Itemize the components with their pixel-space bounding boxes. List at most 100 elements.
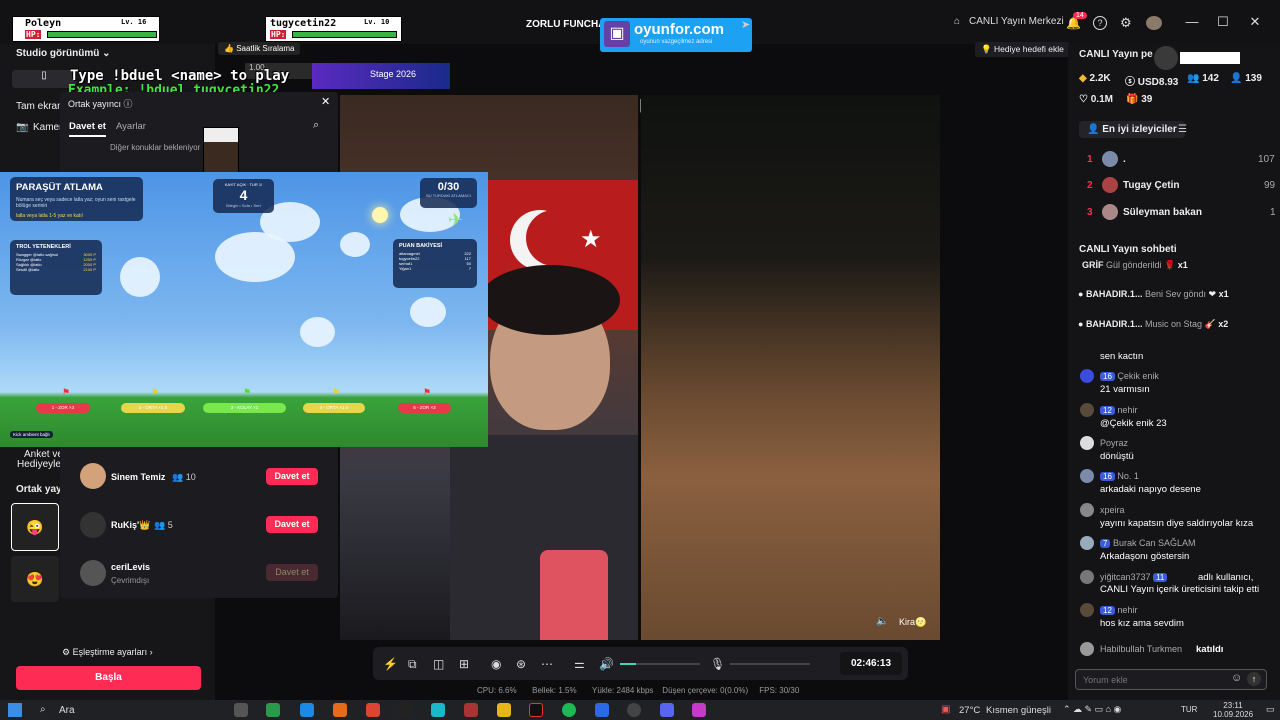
app-icon[interactable] xyxy=(398,703,412,717)
tab-invite[interactable]: Davet et xyxy=(69,121,106,137)
app-icon[interactable] xyxy=(692,703,706,717)
camera-icon[interactable]: ◫ xyxy=(433,657,444,671)
gift-row: GRİF Gül gönderildi 🌹 x1 xyxy=(1082,260,1188,270)
avatar xyxy=(1080,603,1094,617)
weather-desc[interactable]: Kısmen güneşli xyxy=(986,705,1051,716)
speaker-icon[interactable]: 🔈 xyxy=(876,616,888,627)
avatar[interactable] xyxy=(1146,16,1162,30)
avatar xyxy=(1102,177,1118,193)
add-source-icon[interactable]: ⊞ xyxy=(459,657,469,671)
gear-icon[interactable]: ⚙ xyxy=(1120,15,1132,31)
match-settings-link[interactable]: ⚙ Eşleştirme ayarları › xyxy=(62,647,153,658)
chat-title: CANLI Yayın sohbeti xyxy=(1079,244,1177,255)
taskbar-search[interactable]: Ara xyxy=(59,705,75,716)
notification-icon[interactable]: ▭ xyxy=(1266,704,1275,715)
chat-username: Poyraz xyxy=(1100,438,1129,448)
parachute-game: ✈ PARAŞÜT ATLAMA Numara seç veya sadece … xyxy=(0,172,488,447)
home-icon[interactable]: ⌂ xyxy=(954,16,960,27)
avatar xyxy=(1102,204,1118,220)
avatar xyxy=(80,512,106,538)
invite-button[interactable]: Davet et xyxy=(266,516,318,533)
rank-number: 3 xyxy=(1087,207,1093,218)
chat-message: arkadaki napıyo desene xyxy=(1100,484,1201,495)
game-hint: latla veya latla 1-5 yaz ve katıl xyxy=(16,213,83,219)
volume-slider[interactable] xyxy=(620,663,700,665)
gift-goal-chip[interactable]: 💡 Hediye hedefi ekle xyxy=(975,42,1070,57)
discord-icon[interactable] xyxy=(660,703,674,717)
window-title: ZORLU FUNCHAL xyxy=(526,19,612,30)
guest-name: Kira🌝 xyxy=(899,617,927,627)
fps-stat: FPS: 30/30 xyxy=(759,686,800,695)
weather-temp[interactable]: 27°C xyxy=(959,705,980,716)
game-description: Numara seç veya sadece latla yaz; oyun s… xyxy=(16,197,136,209)
avatar xyxy=(1080,570,1094,584)
app-icon[interactable] xyxy=(300,703,314,717)
app-icon[interactable] xyxy=(366,703,380,717)
layout-icon[interactable]: ⧉ xyxy=(408,657,417,672)
player2-hp-label: HP: xyxy=(270,30,287,39)
tiktok-icon[interactable] xyxy=(529,703,543,717)
volume-icon[interactable]: 🔊 xyxy=(599,657,614,671)
troll-skills-panel: TROL YETENEKLERİ Swagger @latlo sağ/sol 3… xyxy=(10,240,102,295)
round-sub: Bilegin • Sola • Sert xyxy=(226,203,261,208)
send-icon[interactable]: ↑ xyxy=(1247,672,1261,686)
avatar xyxy=(80,560,106,586)
close-icon[interactable]: ✕ xyxy=(321,95,330,108)
pixel-character-sprite xyxy=(203,127,239,175)
sponsor-subtitle: oyunun vazgeçilmez adresi xyxy=(640,39,713,45)
top-viewers-button[interactable]: 👤 En iyi izleyiciler xyxy=(1079,121,1185,138)
cpu-stat: CPU: 6.6% xyxy=(477,686,517,695)
flag-icon: ⚑ xyxy=(151,387,160,397)
emoji-icon[interactable]: ☺ xyxy=(1231,672,1242,684)
folder-icon[interactable] xyxy=(497,703,511,717)
chat-message: hos kız ama sevdim xyxy=(1100,618,1184,629)
rank-number: 2 xyxy=(1087,180,1093,191)
clock[interactable]: 23:11 10.09.2026 xyxy=(1213,701,1253,719)
maximize-icon[interactable]: ☐ xyxy=(1213,12,1233,32)
record-icon[interactable]: ◉ xyxy=(491,657,501,671)
cohost-slot-2[interactable]: 😍 xyxy=(11,556,59,602)
search-icon[interactable]: ⌕ xyxy=(313,119,319,132)
chevron-down-icon: ⌄ xyxy=(102,48,111,59)
language-indicator[interactable]: TUR xyxy=(1181,705,1197,714)
avatar xyxy=(1102,151,1118,167)
player1-hud: Poleyn Lv. 16 HP: xyxy=(12,16,160,42)
microphone-icon[interactable]: 🎙 xyxy=(710,657,725,671)
tab-settings[interactable]: Ayarlar xyxy=(116,121,146,132)
app-icon[interactable] xyxy=(595,703,609,717)
app-icon[interactable] xyxy=(627,703,641,717)
gift-row: ● BAHADIR.1... Music on Stag 🎸 x2 xyxy=(1078,319,1229,329)
chevron-right-icon[interactable]: ➤ xyxy=(741,18,750,31)
flag-icon: ⚑ xyxy=(243,387,252,397)
chat-message: Arkadaşonı göstersin xyxy=(1100,551,1190,562)
windows-start-icon[interactable] xyxy=(8,703,22,717)
help-icon[interactable]: ? xyxy=(1093,16,1107,30)
hourly-ranking-chip[interactable]: 👍 Saatlik Sıralama xyxy=(218,42,301,55)
phone-icon[interactable]: ▯ xyxy=(12,70,76,88)
avatar xyxy=(1080,642,1094,656)
mic-slider[interactable] xyxy=(730,663,810,665)
replay-icon[interactable]: ⊛ xyxy=(516,657,526,671)
minimize-icon[interactable]: — xyxy=(1182,12,1202,32)
sliders-icon[interactable]: ⚌ xyxy=(574,657,585,671)
tray-icons[interactable]: ⌃ ☁ ✎ ▭ ⌂ ◉ xyxy=(1063,704,1121,715)
spotify-icon[interactable] xyxy=(562,703,576,717)
start-button[interactable]: Başla xyxy=(16,666,201,690)
more-icon[interactable]: ⋯ xyxy=(541,657,553,671)
cohost-slot-1[interactable]: 😜 xyxy=(11,503,59,551)
app-icon[interactable] xyxy=(464,703,478,717)
game-footer: Kick ambient bağlı xyxy=(10,431,53,438)
app-icon[interactable] xyxy=(266,703,280,717)
chat-message: 21 varmısın xyxy=(1100,384,1150,395)
invite-button[interactable]: Davet et xyxy=(266,468,318,485)
magic-wand-icon[interactable]: ⚡ xyxy=(383,657,398,671)
list-icon[interactable]: ☰ xyxy=(1178,124,1187,135)
search-icon[interactable]: ⌕ xyxy=(40,704,46,715)
app-icon[interactable] xyxy=(431,703,445,717)
live-center-link[interactable]: CANLI Yayın Merkezi xyxy=(969,16,1064,27)
studio-view-dropdown[interactable]: Studio görünümü ⌄ xyxy=(16,48,111,59)
close-icon[interactable]: ✕ xyxy=(1245,12,1265,32)
task-view-icon[interactable] xyxy=(234,703,248,717)
app-icon[interactable] xyxy=(333,703,347,717)
points-row: Yiğan1 7 xyxy=(399,266,471,271)
